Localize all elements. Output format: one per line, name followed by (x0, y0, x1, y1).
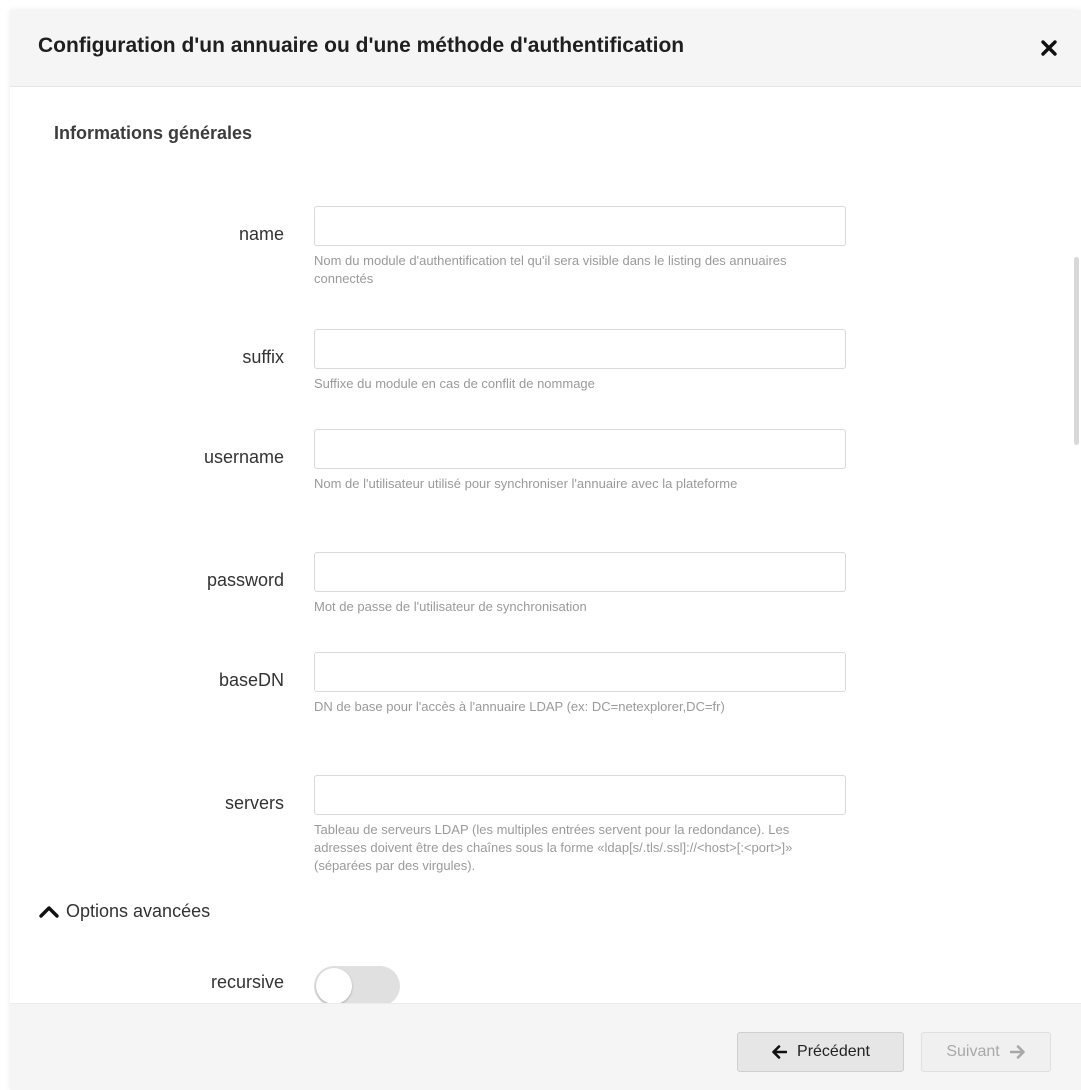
field-help-suffix: Suffixe du module en cas de conflit de n… (314, 376, 595, 391)
arrow-left-icon (772, 1045, 788, 1059)
modal-footer: Précédent Suivant (10, 1003, 1081, 1090)
section-title: Informations générales (54, 123, 253, 143)
field-help-basedn: DN de base pour l'accès à l'annuaire LDA… (314, 699, 725, 714)
modal-body: Informations générales name Nom du modul… (10, 87, 1081, 1003)
field-label-username: username (203, 447, 284, 467)
previous-button-label: Précédent (797, 1043, 870, 1060)
field-label-recursive: recursive (210, 972, 284, 992)
advanced-options-label: Options avancées (66, 901, 211, 921)
arrow-right-icon (1009, 1045, 1025, 1059)
close-button[interactable] (1039, 38, 1059, 58)
next-button[interactable]: Suivant (921, 1032, 1051, 1072)
name-input[interactable] (314, 206, 846, 246)
suffix-input[interactable] (314, 329, 846, 369)
field-label-password: password (206, 570, 284, 590)
field-label-suffix: suffix (242, 347, 284, 367)
field-help-name: Nom du module d'authentification tel qu'… (314, 253, 787, 286)
scrollbar[interactable] (1074, 257, 1079, 445)
field-label-name: name (238, 224, 284, 244)
close-icon (1041, 40, 1057, 56)
toggle-knob (316, 968, 352, 1003)
password-input[interactable] (314, 552, 846, 592)
basedn-input[interactable] (314, 652, 846, 692)
field-label-servers: servers (224, 793, 284, 813)
auth-config-modal: Configuration d'un annuaire ou d'une mét… (10, 10, 1081, 1090)
previous-button[interactable]: Précédent (737, 1032, 904, 1072)
advanced-options-toggle[interactable]: Options avancées (38, 901, 210, 922)
modal-title: Configuration d'un annuaire ou d'une mét… (38, 34, 685, 57)
field-help-password: Mot de passe de l'utilisateur de synchro… (314, 599, 587, 614)
recursive-toggle[interactable] (314, 966, 400, 1003)
field-help-servers: Tableau de serveurs LDAP (les multiples … (314, 822, 793, 873)
modal-header: Configuration d'un annuaire ou d'une mét… (10, 10, 1081, 87)
chevron-up-icon (39, 905, 59, 918)
next-button-label: Suivant (946, 1043, 1000, 1060)
field-label-basedn: baseDN (218, 670, 284, 690)
username-input[interactable] (314, 429, 846, 469)
servers-input[interactable] (314, 775, 846, 815)
field-help-username: Nom de l'utilisateur utilisé pour synchr… (314, 476, 738, 491)
